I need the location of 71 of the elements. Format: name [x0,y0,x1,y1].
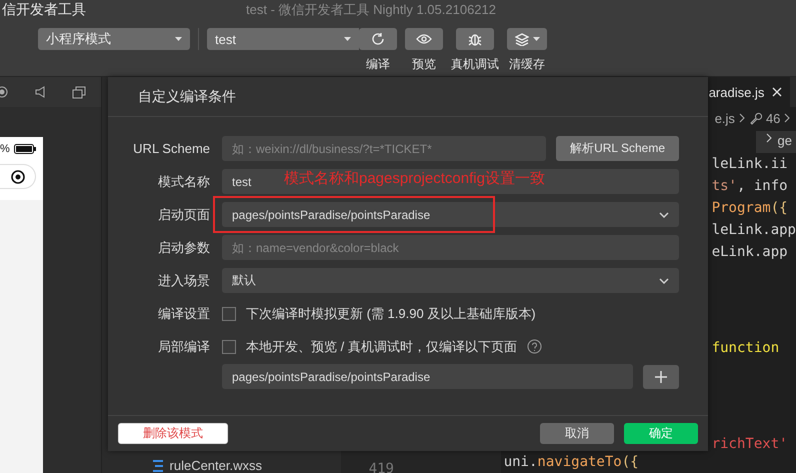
annotation-text: 模式名称和pagesprojectconfig设置一致 [284,169,545,188]
code-line: leLink.app [712,221,796,240]
caret-icon [532,37,540,41]
file-icon [152,458,164,472]
code-line: uni.navigateTo({ [504,453,640,472]
checkbox[interactable] [222,306,236,320]
field-label: 编译设置 [157,305,210,323]
delete-button[interactable]: 删除该模式 [118,423,228,444]
line-number: 419 [368,461,394,473]
field-label: URL Scheme [132,141,210,156]
window-icon [72,86,86,98]
text-field[interactable]: 如：name=vendor&color=black [222,235,679,260]
toolbar-button[interactable] [507,28,547,50]
close-icon[interactable] [772,87,782,97]
parse-button[interactable]: 解析URL Scheme [556,136,679,161]
chevron-down-icon [659,278,669,284]
field-label: 启动参数 [157,238,210,256]
cancel-button[interactable]: 取消 [540,423,614,444]
code-line: ts', info [712,177,789,196]
chevron-right-icon [784,113,790,123]
refresh-icon [371,32,385,46]
toolbar-label: 预览 [412,56,436,73]
bug-icon [468,32,482,46]
field-label: 进入场景 [157,272,210,290]
plus-icon [655,370,667,382]
capsule-button[interactable] [0,164,36,189]
checkbox[interactable] [222,340,236,354]
toolbar-label: 编译 [366,56,390,73]
dialog-title: 自定义编译条件 [138,88,236,106]
add-button[interactable] [643,364,679,388]
file-tree-item[interactable]: ruleCenter.wxss [152,458,341,473]
battery-text: % [0,143,10,155]
dropdown-field[interactable]: pages/pointsParadise/pointsParadise [222,202,679,227]
chevron-right-icon [738,113,745,123]
code-line: eLink.app [712,243,789,262]
chevron-right-icon [766,133,772,143]
target-icon [10,170,24,184]
toolbar-label: 清缓存 [509,56,545,73]
code-line: leLink.ii [712,155,789,174]
text-field[interactable]: 如：weixin://dl/business/?t=*TICKET* [222,136,546,161]
code-line: function [712,339,780,358]
compile-select[interactable]: test [207,28,359,50]
breadcrumb-item[interactable]: e.js [714,110,735,126]
app-title: 信开发者工具 [2,1,86,19]
wrench-icon [748,112,762,124]
battery-icon [14,144,36,154]
code-line: Program({ [712,199,789,218]
layers-icon [514,32,528,46]
code-line: richText' [712,435,789,454]
help-icon[interactable] [526,339,542,354]
record-icon [0,86,10,98]
side-tab[interactable]: ge [756,131,796,153]
caret-icon [175,37,182,41]
checkbox-label: 下次编译时模拟更新 (需 1.9.90 及以上基础库版本) [246,304,536,322]
checkbox-label: 本地开发、预览 / 真机调试时，仅编译以下页面 [246,338,517,356]
breadcrumb-item[interactable]: 46 [766,110,780,126]
speaker-icon [35,86,47,98]
toolbar-button[interactable] [359,28,397,50]
toolbar-button[interactable] [456,28,494,50]
caret-icon [344,37,351,41]
eye-icon [416,34,432,44]
field-label: 模式名称 [157,172,210,190]
toolbar-button[interactable] [405,28,443,50]
page-path-field[interactable]: pages/pointsParadise/pointsParadise [222,364,633,389]
field-label: 启动页面 [157,206,210,224]
window-title: test - 微信开发者工具 Nightly 1.05.2106212 [246,1,496,19]
chevron-down-icon [659,212,669,218]
dropdown-field[interactable]: 默认 [222,268,679,293]
mode-select[interactable]: 小程序模式 [38,28,190,50]
toolbar-label: 真机调试 [451,56,499,73]
field-label: 局部编译 [157,338,210,356]
